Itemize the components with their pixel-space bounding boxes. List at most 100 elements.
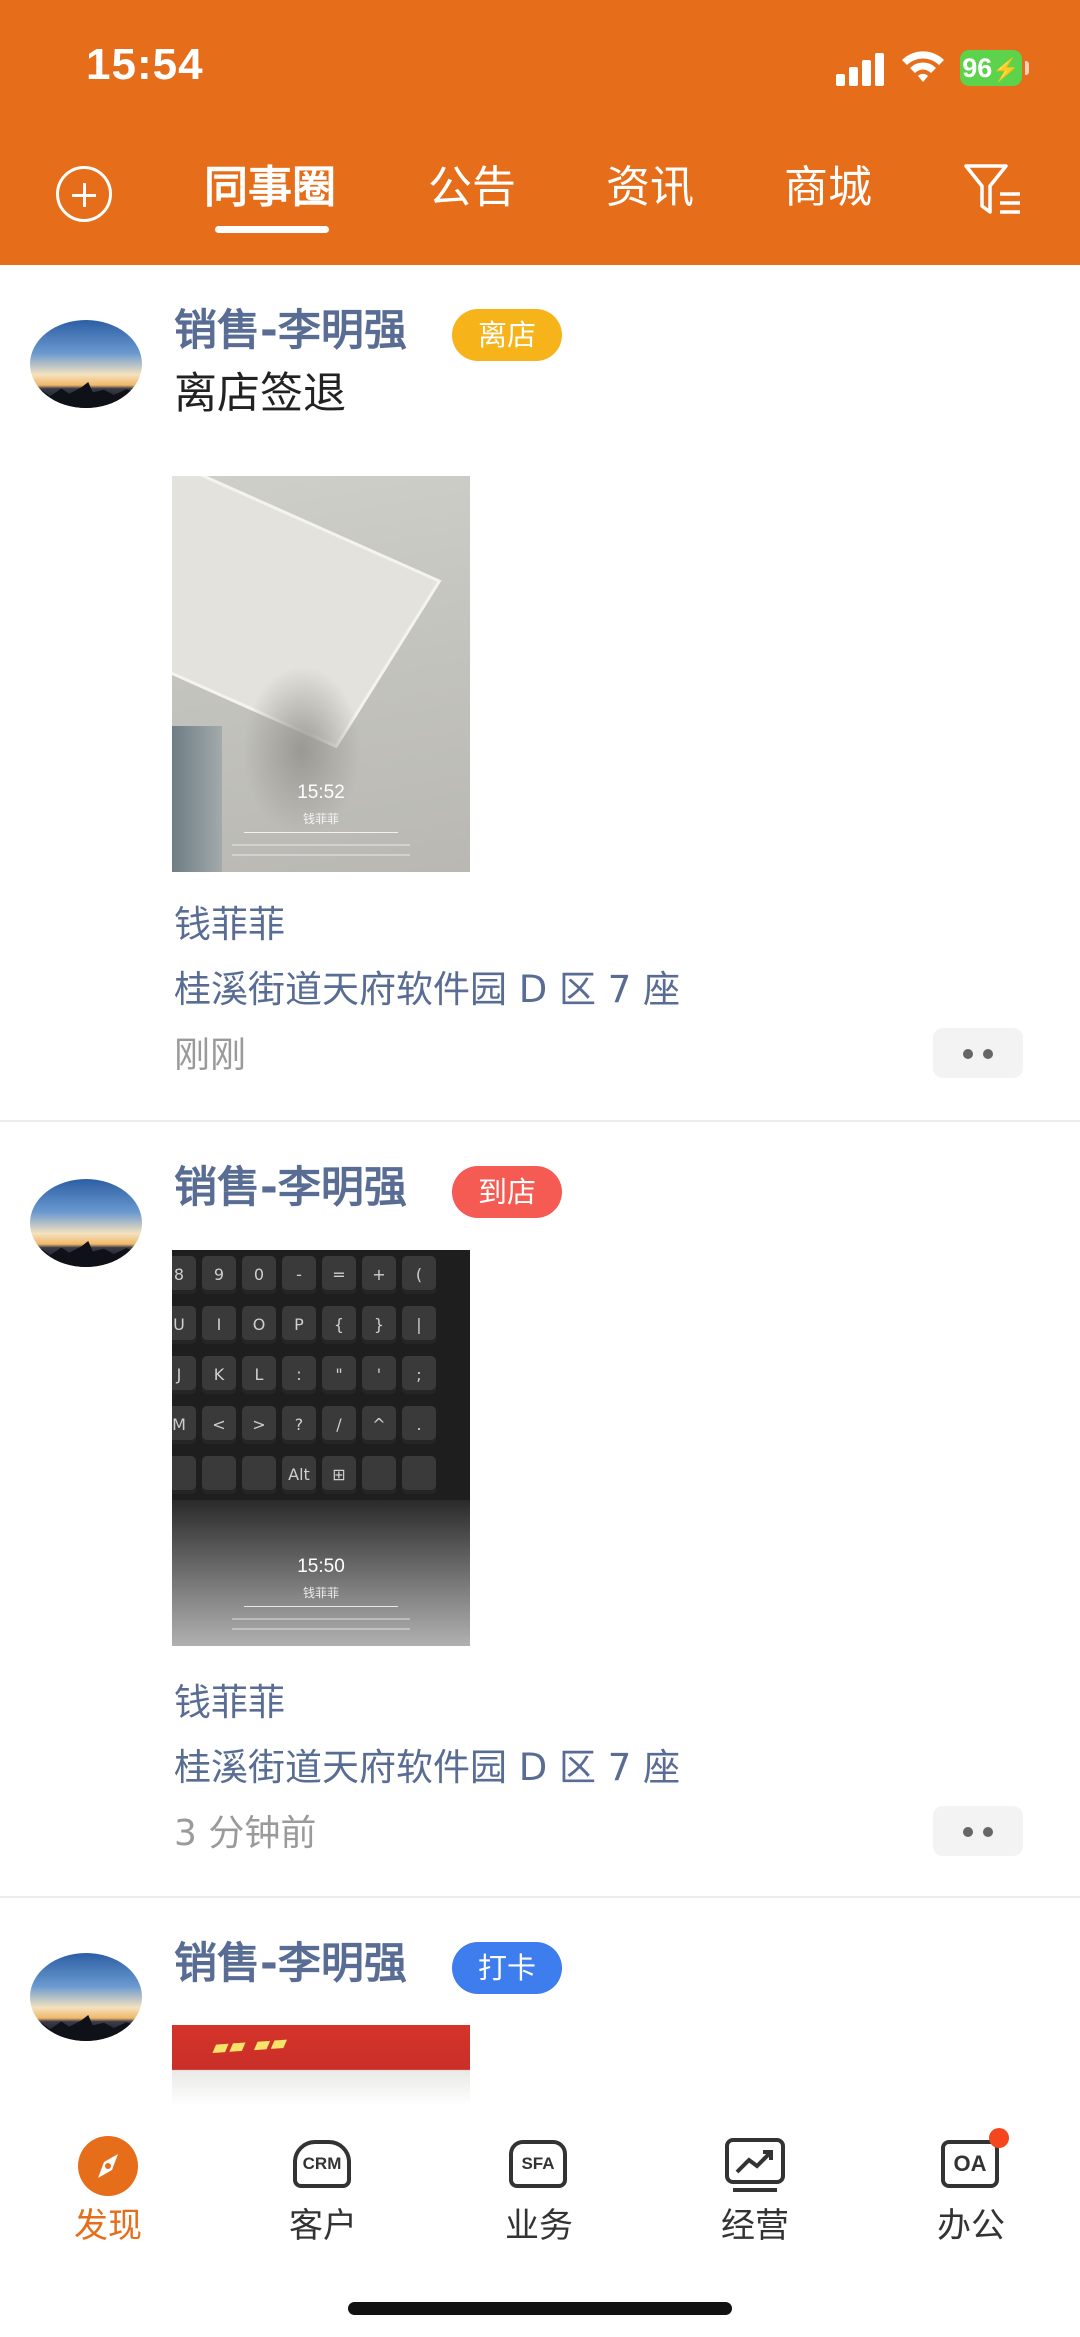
nav-label: 经营: [721, 2206, 789, 2246]
location-name[interactable]: 钱菲菲: [174, 899, 285, 951]
post-photo[interactable]: 8 9 0- = +( U I O P{} | J K L: " '; M < >? / ^. Alt ⊞ 15:…: [172, 1250, 470, 1646]
key: 0: [242, 1256, 276, 1294]
keyboard-row: J K L: " ';: [172, 1356, 436, 1394]
oa-icon-box: OA: [941, 2140, 999, 2188]
tab-announcements[interactable]: 公告: [428, 158, 516, 218]
charging-bolt-icon: ⚡: [992, 57, 1020, 82]
keyboard-row: 8 9 0- = +(: [172, 1256, 436, 1294]
key: |: [402, 1306, 436, 1344]
key: ': [362, 1356, 396, 1394]
key: ?: [282, 1406, 316, 1444]
key: ": [322, 1356, 356, 1394]
avatar[interactable]: [30, 1179, 142, 1267]
photo-stamp-time: 15:52: [297, 782, 345, 803]
key: 8: [172, 1256, 196, 1294]
photo-stamp-name: 钱菲菲: [302, 812, 339, 826]
key: I: [202, 1306, 236, 1344]
trend-chart-icon: [723, 2134, 787, 2198]
notification-dot: [989, 2128, 1009, 2148]
key: K: [202, 1356, 236, 1394]
keyboard-row: M < >? / ^.: [172, 1406, 436, 1444]
keyboard-row: U I O P{} |: [172, 1306, 436, 1344]
photo-sign-decoration: ▰▰ ▰▰: [211, 2030, 289, 2061]
photo-stamp-detail: [232, 1628, 410, 1630]
photo-stamp-time: 15:50: [297, 1556, 345, 1577]
key: +: [362, 1256, 396, 1294]
location-address[interactable]: 桂溪街道天府软件园 D 区 7 座: [174, 964, 680, 1016]
key: O: [242, 1306, 276, 1344]
key: L: [242, 1356, 276, 1394]
photo-stamp-divider: [244, 832, 398, 833]
key: .: [402, 1406, 436, 1444]
oa-icon: OA: [939, 2128, 1009, 2198]
add-post-button[interactable]: [56, 166, 112, 222]
key: (: [402, 1256, 436, 1294]
status-badge: 到店: [452, 1166, 562, 1218]
post-author[interactable]: 销售-李明强: [174, 301, 407, 361]
tab-colleague-circle[interactable]: 同事圈: [204, 158, 336, 218]
key: ⊞: [322, 1456, 356, 1494]
key: <: [202, 1406, 236, 1444]
photo-stamp-divider: [244, 1606, 398, 1607]
key: 9: [202, 1256, 236, 1294]
key: :: [282, 1356, 316, 1394]
post-author[interactable]: 销售-李明强: [174, 1158, 407, 1218]
more-actions-button[interactable]: [933, 1028, 1023, 1078]
key: -: [282, 1256, 316, 1294]
keyboard-row: Alt ⊞: [172, 1456, 436, 1494]
nav-label: 业务: [505, 2206, 573, 2246]
active-tab-indicator: [215, 226, 329, 233]
feed-post: 销售-李明强 打卡 ▰▰ ▰▰: [0, 1898, 1080, 2106]
post-photo[interactable]: 15:52 钱菲菲: [172, 476, 470, 872]
location-name[interactable]: 钱菲菲: [174, 1677, 285, 1729]
sfa-icon: SFA: [507, 2134, 571, 2198]
nav-label: 客户: [289, 2206, 357, 2246]
compass-icon: [76, 2134, 140, 2198]
avatar[interactable]: [30, 320, 142, 408]
nav-label: 办公: [937, 2206, 1005, 2246]
key: M: [172, 1406, 196, 1444]
nav-operations[interactable]: 经营: [685, 2134, 825, 2248]
tab-mall[interactable]: 商城: [784, 158, 872, 218]
post-time: 3 分钟前: [174, 1813, 317, 1854]
key: ^: [362, 1406, 396, 1444]
key: P: [282, 1306, 316, 1344]
status-badge: 打卡: [452, 1942, 562, 1994]
post-divider: [0, 1120, 1080, 1122]
photo-stamp-detail: [232, 1618, 410, 1620]
avatar[interactable]: [30, 1953, 142, 2041]
key: [172, 1456, 196, 1494]
nav-customers[interactable]: CRM 客户: [253, 2134, 393, 2248]
filter-icon[interactable]: [962, 160, 1024, 222]
nav-discover[interactable]: 发现: [38, 2134, 178, 2248]
key: [362, 1456, 396, 1494]
key: Alt: [282, 1456, 316, 1494]
key: ;: [402, 1356, 436, 1394]
post-photo[interactable]: ▰▰ ▰▰: [172, 2025, 470, 2106]
nav-business[interactable]: SFA 业务: [469, 2134, 609, 2248]
photo-stamp-name: 钱菲菲: [302, 1586, 339, 1600]
key: >: [242, 1406, 276, 1444]
cellular-signal-icon: [836, 50, 888, 86]
key: J: [172, 1356, 196, 1394]
nav-label: 发现: [74, 2206, 142, 2246]
post-author[interactable]: 销售-李明强: [174, 1934, 407, 1994]
key: {: [322, 1306, 356, 1344]
top-header: 15:54 96⚡ 同事圈 公告 资讯 商城: [0, 0, 1080, 265]
key: =: [322, 1256, 356, 1294]
nav-office[interactable]: OA 办公: [901, 2128, 1041, 2248]
key: [202, 1456, 236, 1494]
photo-stamp-detail: [232, 854, 410, 856]
location-address[interactable]: 桂溪街道天府软件园 D 区 7 座: [174, 1742, 680, 1794]
more-actions-button[interactable]: [933, 1806, 1023, 1856]
key: [402, 1456, 436, 1494]
key: }: [362, 1306, 396, 1344]
key: U: [172, 1306, 196, 1344]
status-badge: 离店: [452, 309, 562, 361]
battery-level: 96: [962, 53, 993, 83]
status-time: 15:54: [86, 40, 204, 89]
sfa-icon-box: SFA: [509, 2140, 567, 2188]
tab-news[interactable]: 资讯: [606, 158, 694, 218]
crm-icon: CRM: [291, 2134, 355, 2198]
home-indicator: [348, 2302, 732, 2315]
